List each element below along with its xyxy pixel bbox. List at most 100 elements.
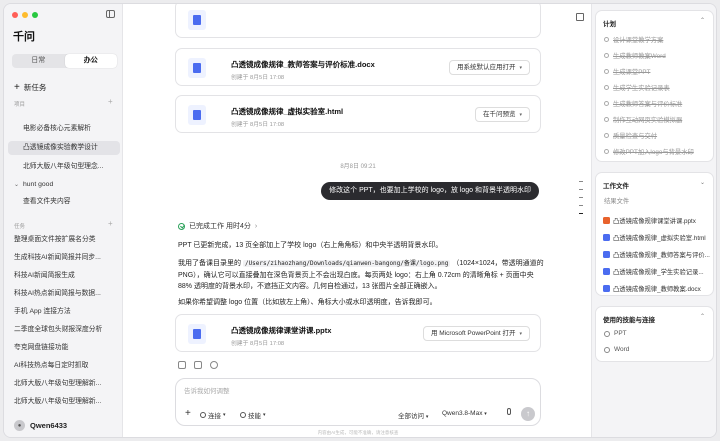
- html-file-icon: [603, 234, 610, 241]
- document-icon: [188, 105, 206, 125]
- attach-plus-icon[interactable]: +: [185, 409, 191, 419]
- message-timestamp: 8月8日 09:21: [340, 164, 376, 170]
- file-meta: 创建于 8月5日 17:08: [231, 75, 285, 81]
- docx-file-icon: [603, 268, 610, 275]
- task-item[interactable]: 科技AI热点新闻简报与数据...: [8, 286, 120, 302]
- chevron-right-icon: ›: [254, 222, 258, 230]
- chevron-down-icon: ⌄: [14, 182, 20, 188]
- project-item[interactable]: 电影必备核心元素解析: [8, 122, 120, 136]
- assistant-paragraph: PPT 已更新完成，13 页全部加上了学校 logo（右上角角标）和中央半透明背…: [178, 242, 443, 249]
- close-window-button[interactable]: [12, 12, 18, 18]
- avatar: ●: [14, 420, 25, 431]
- tool-item[interactable]: Word: [604, 346, 629, 353]
- disclaimer: 内容由AI生成，可能不准确，请注意核查: [317, 430, 399, 435]
- task-item[interactable]: 手机 App 连接方法: [8, 304, 120, 320]
- task-item[interactable]: 夸克网盘链接功能: [8, 340, 120, 356]
- document-icon: [188, 58, 206, 78]
- add-task-icon[interactable]: +: [108, 219, 113, 228]
- ppt-skill-icon: [604, 330, 610, 337]
- file-card[interactable]: 凸透镜成像规律_虚拟实验室.html 创建于 8月5日 17:08 在千问预览 ▾: [175, 95, 541, 133]
- work-files-title: 工作文件: [603, 183, 629, 190]
- plan-item: 修改PPT加入logo与背景水印: [604, 147, 694, 156]
- tab-daily[interactable]: 日常: [12, 54, 65, 68]
- file-name: 凸透镜成像规律_虚拟实验室.html: [231, 107, 344, 116]
- sidebar-toggle-icon[interactable]: [106, 10, 115, 18]
- sidebar: 千问 日常 办公 + 新任务 项目 + 电影必备核心元素解析 凸透镜成像实验教学…: [4, 4, 122, 437]
- plan-item: 生成教师答案与评价标准: [604, 99, 682, 108]
- result-file[interactable]: 凸透镜成像规律_学生实验记录...: [603, 267, 711, 276]
- result-file[interactable]: 凸透镜成像规律_虚拟实验室.html: [603, 233, 711, 242]
- check-icon: [604, 133, 609, 138]
- check-icon: [604, 85, 609, 90]
- right-panel-toggle-icon[interactable]: [576, 13, 584, 21]
- document-icon: [188, 10, 206, 30]
- document-icon: [188, 324, 206, 344]
- tasks-label: 任务: [14, 224, 26, 230]
- result-file[interactable]: 凸透镜成像规律_教师答案与评价...: [603, 250, 711, 259]
- docx-file-icon: [603, 251, 610, 258]
- refresh-icon[interactable]: [210, 361, 218, 369]
- skills-button[interactable]: 技能 ▾: [240, 410, 266, 420]
- check-circle-icon: [178, 222, 185, 230]
- microphone-icon[interactable]: [504, 408, 513, 419]
- task-item[interactable]: 科技AI新闻简报生成: [8, 268, 120, 284]
- user-name: Qwen6433: [30, 421, 68, 430]
- open-with-button[interactable]: 用 Microsoft PowerPoint 打开 ▾: [422, 326, 530, 341]
- plan-title: 计划: [603, 21, 616, 28]
- zoom-window-button[interactable]: [32, 12, 38, 18]
- plan-item: 设计课堂教学方案: [604, 35, 663, 44]
- tab-office[interactable]: 办公: [64, 54, 117, 68]
- result-file[interactable]: 凸透镜成像规律课堂讲课.pptx: [603, 216, 711, 225]
- minimize-window-button[interactable]: [22, 12, 28, 18]
- check-icon: [604, 117, 609, 122]
- scroll-indicator[interactable]: [579, 181, 583, 214]
- plan-card: 计划 ⌃ 设计课堂教学方案 生成教师教案Word 生成课堂PPT 生成学生实验记…: [595, 10, 714, 162]
- assistant-paragraph: 我用了备课目录里的 /Users/zihaozhang/Downloads/qi…: [178, 260, 544, 290]
- copy-icon[interactable]: [178, 361, 186, 369]
- chevron-up-icon[interactable]: ⌃: [700, 313, 705, 320]
- task-item[interactable]: 整理桌面文件按扩展名分类: [8, 232, 120, 248]
- file-name: 凸透镜成像规律课堂讲课.pptx: [231, 326, 332, 335]
- chevron-up-icon[interactable]: ⌃: [700, 17, 705, 24]
- check-icon: [604, 37, 609, 42]
- open-with-button[interactable]: 在千问预览 ▾: [474, 107, 530, 122]
- task-item[interactable]: 北师大版八年级句型理解新...: [8, 394, 120, 410]
- project-item-selected[interactable]: 凸透镜成像实验教学设计: [8, 141, 120, 155]
- message-input[interactable]: [184, 385, 484, 397]
- task-item[interactable]: AI科技热点每日定时抓取: [8, 358, 120, 374]
- chevron-down-icon: ▾: [519, 331, 522, 337]
- project-item[interactable]: 北师大版八年级句型理念...: [8, 160, 120, 174]
- new-task-button[interactable]: + 新任务: [14, 82, 46, 93]
- assistant-paragraph: 如果你希望调整 logo 位置（比如放左上角）、角标大小或水印透明度，告诉我即可…: [178, 299, 437, 306]
- chevron-down-icon[interactable]: ⌄: [700, 179, 705, 186]
- task-item[interactable]: 生成科技AI新闻简报并同步...: [8, 250, 120, 266]
- project-item[interactable]: 查看文件夹内容: [8, 195, 120, 209]
- model-select[interactable]: Qwen3.8-Max ▾: [442, 410, 487, 417]
- user-message: 修改这个 PPT，也要加上学校的 logo，放 logo 和背景半透明水印: [321, 182, 539, 200]
- plan-item: 生成课堂PPT: [604, 67, 650, 76]
- open-with-button[interactable]: 用系统默认应用打开 ▾: [448, 60, 530, 75]
- add-project-icon[interactable]: +: [108, 97, 113, 106]
- result-file[interactable]: 凸透镜成像规律_教师教案.docx: [603, 284, 711, 293]
- access-select[interactable]: 全部访问 ▾: [398, 410, 428, 420]
- task-item[interactable]: 北师大版八年级句型理解新...: [8, 376, 120, 392]
- connect-button[interactable]: 连接 ▾: [200, 410, 226, 420]
- file-meta: 创建于 8月5日 17:08: [231, 122, 285, 128]
- duplicate-icon[interactable]: [194, 361, 202, 369]
- file-name: 凸透镜成像规律_教师答案与评价标准.docx: [231, 60, 375, 69]
- chat-area: 凸透镜成像规律_教师答案与评价标准.docx 创建于 8月5日 17:08 用系…: [122, 4, 592, 437]
- tools-title: 使用的技能与连接: [603, 317, 655, 324]
- plus-icon: +: [14, 82, 20, 93]
- results-subtitle: 结果文件: [604, 198, 630, 205]
- work-status[interactable]: 已完成工作 用时4分 ›: [178, 221, 257, 231]
- send-button[interactable]: ↑: [521, 407, 535, 421]
- file-card[interactable]: 凸透镜成像规律课堂讲课.pptx 创建于 8月5日 17:08 用 Micros…: [175, 314, 541, 352]
- user-profile[interactable]: ● Qwen6433: [14, 420, 67, 431]
- project-folder[interactable]: ⌄ hunt good: [8, 178, 120, 192]
- file-card[interactable]: 凸透镜成像规律_教师答案与评价标准.docx 创建于 8月5日 17:08 用系…: [175, 48, 541, 86]
- tools-card: 使用的技能与连接 ⌃ PPT Word: [595, 306, 714, 362]
- file-card[interactable]: [175, 4, 541, 38]
- chevron-down-icon: ▾: [519, 112, 522, 118]
- task-item[interactable]: 二季度全球包头财报深度分析: [8, 322, 120, 338]
- tool-item[interactable]: PPT: [604, 330, 627, 337]
